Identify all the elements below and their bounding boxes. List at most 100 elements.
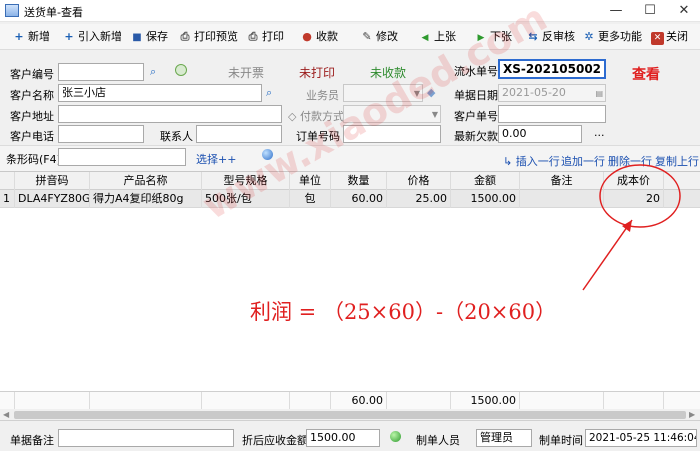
column-header[interactable]: 金额 bbox=[451, 172, 520, 190]
print-preview-button[interactable]: ⎙ 打印预览 bbox=[178, 28, 238, 46]
globe-icon bbox=[262, 149, 273, 160]
plus-icon: + bbox=[14, 30, 24, 43]
select-link[interactable]: 选择++ bbox=[196, 151, 236, 167]
amount-cell[interactable]: 1500.00 bbox=[451, 190, 520, 208]
remark-label: 单据备注 bbox=[10, 434, 54, 447]
customer-code-label: 客户编号 bbox=[10, 68, 54, 81]
time-input[interactable]: 2021-05-25 11:46:04 bbox=[585, 429, 697, 447]
append-row-link[interactable]: 追加一行 bbox=[561, 153, 605, 169]
next-button[interactable]: ▶ 下张 bbox=[474, 28, 512, 46]
serial-label: 流水单号 bbox=[454, 65, 498, 78]
customer-addr-input[interactable] bbox=[58, 105, 282, 123]
unaudit-button[interactable]: ⇆ 反审核 bbox=[526, 28, 575, 46]
column-header[interactable]: 型号规格 bbox=[202, 172, 290, 190]
remark-cell[interactable] bbox=[520, 190, 604, 208]
chevron-down-icon: ▼ bbox=[413, 89, 420, 98]
customer-phone-input[interactable] bbox=[58, 125, 144, 143]
search-icon[interactable]: ⌕ bbox=[150, 65, 156, 79]
print-preview-icon: ⎙ bbox=[180, 30, 190, 43]
insert-row-link[interactable]: ↳ 插入一行 bbox=[503, 153, 560, 169]
view-mode-mark: 查看 bbox=[632, 67, 660, 83]
scroll-thumb[interactable] bbox=[14, 411, 686, 419]
invoice-status: 未开票 bbox=[228, 66, 265, 80]
product-name-cell[interactable]: 得力A4复印纸80g bbox=[90, 190, 202, 208]
customer-phone-label: 客户电话 bbox=[10, 130, 54, 143]
column-header[interactable]: 成本价 bbox=[604, 172, 664, 190]
product-table[interactable]: 拼音码 产品名称 型号规格 单位 数量 价格 金额 备注 成本价 1 DLA4F… bbox=[0, 171, 700, 410]
new-button[interactable]: + 新增 bbox=[12, 28, 50, 46]
discount-amount-input[interactable]: 1500.00 bbox=[306, 429, 380, 447]
profit-formula: 利润 = （25×60）-（20×60） bbox=[250, 300, 557, 324]
latest-owed-more-button[interactable]: ... bbox=[594, 126, 605, 139]
eraser-icon[interactable]: ◆ bbox=[427, 86, 435, 99]
chevron-down-icon: ▼ bbox=[431, 110, 438, 119]
column-header[interactable]: 价格 bbox=[387, 172, 451, 190]
save-button[interactable]: ■ 保存 bbox=[130, 28, 168, 46]
order-no-input[interactable] bbox=[343, 125, 441, 143]
table-row[interactable]: 1 DLA4FYZ80G 得力A4复印纸80g 500张/包 包 60.00 2… bbox=[0, 190, 700, 208]
contact-label: 联系人 bbox=[160, 130, 193, 143]
maximize-button[interactable]: ☐ bbox=[634, 0, 666, 22]
payment-icon: ● bbox=[302, 30, 312, 43]
spec-cell[interactable]: 500张/包 bbox=[202, 190, 290, 208]
toolbar: + 新增 + 引入新增 ■ 保存 ⎙ 打印预览 ⎙ 打印 ● 收款 ✎ 修改 ◀ 上张 ▶ 下张 … bbox=[0, 24, 700, 50]
payment-button[interactable]: ● 收款 bbox=[300, 28, 338, 46]
remark-input[interactable] bbox=[58, 429, 234, 447]
horizontal-scrollbar[interactable]: ◀ ▶ bbox=[0, 409, 700, 421]
salesman-label: 业务员 bbox=[306, 89, 339, 102]
column-header[interactable]: 拼音码 bbox=[15, 172, 90, 190]
next-icon: ▶ bbox=[477, 33, 485, 43]
edit-button[interactable]: ✎ 修改 bbox=[360, 28, 398, 46]
column-header[interactable]: 备注 bbox=[520, 172, 604, 190]
serial-input[interactable]: XS-202105002 bbox=[498, 59, 606, 79]
totals-row: 60.00 1500.00 bbox=[0, 391, 700, 410]
date-picker[interactable]: 2021-05-20 ▤ bbox=[498, 84, 606, 102]
customer-code-input[interactable] bbox=[58, 63, 144, 81]
payment-method-label: ◇ 付款方式 bbox=[288, 110, 344, 123]
column-header[interactable]: 产品名称 bbox=[90, 172, 202, 190]
total-amount: 1500.00 bbox=[451, 392, 520, 410]
column-header[interactable]: 单位 bbox=[290, 172, 331, 190]
latest-owed-label: 最新欠款 bbox=[454, 130, 498, 143]
print-button[interactable]: ⎙ 打印 bbox=[246, 28, 284, 46]
latest-owed-input[interactable]: 0.00 bbox=[498, 125, 582, 143]
column-header[interactable]: 数量 bbox=[331, 172, 387, 190]
quantity-cell[interactable]: 60.00 bbox=[331, 190, 387, 208]
more-functions-button[interactable]: ✲ 更多功能 bbox=[582, 28, 642, 46]
customer-addr-label: 客户地址 bbox=[10, 110, 54, 123]
payment-method-select[interactable]: ▼ bbox=[343, 105, 441, 123]
edit-icon: ✎ bbox=[362, 30, 372, 43]
delete-row-link[interactable]: 删除一行 bbox=[608, 153, 652, 169]
contact-input[interactable] bbox=[196, 125, 282, 143]
scroll-right-icon[interactable]: ▶ bbox=[689, 409, 695, 421]
search-icon[interactable]: ⌕ bbox=[266, 86, 272, 100]
salesman-select[interactable]: ▼ bbox=[343, 84, 423, 102]
previous-button[interactable]: ◀ 上张 bbox=[418, 28, 456, 46]
close-button[interactable]: ✕ 关闭 bbox=[651, 28, 688, 46]
collect-status: 未收款 bbox=[370, 66, 407, 80]
import-new-button[interactable]: + 引入新增 bbox=[62, 28, 122, 46]
pinyin-code-cell[interactable]: DLA4FYZ80G bbox=[15, 190, 90, 208]
order-no-label: 订单号码 bbox=[296, 130, 340, 143]
status-light-icon bbox=[175, 64, 187, 76]
close-icon: ✕ bbox=[651, 32, 664, 45]
customer-name-input[interactable]: 张三小店 bbox=[58, 84, 262, 102]
customer-no-label: 客户单号 bbox=[454, 110, 498, 123]
window-close-button[interactable]: ✕ bbox=[668, 0, 700, 22]
time-label: 制单时间 bbox=[539, 434, 583, 447]
unaudit-icon: ⇆ bbox=[528, 30, 538, 43]
barcode-label: 条形码(F4) bbox=[6, 153, 61, 166]
minimize-button[interactable]: — bbox=[600, 0, 632, 22]
barcode-input[interactable] bbox=[58, 148, 186, 166]
scroll-left-icon[interactable]: ◀ bbox=[3, 409, 9, 421]
maker-input[interactable]: 管理员 bbox=[476, 429, 532, 447]
price-cell[interactable]: 25.00 bbox=[387, 190, 451, 208]
title-bar: 送货单-查看 — ☐ ✕ bbox=[0, 0, 700, 22]
table-header: 拼音码 产品名称 型号规格 单位 数量 价格 金额 备注 成本价 bbox=[0, 172, 700, 190]
plus-icon: + bbox=[64, 30, 74, 43]
cost-price-cell[interactable]: 20 bbox=[604, 190, 664, 208]
copy-row-link[interactable]: 复制上行 bbox=[655, 153, 699, 169]
unit-cell[interactable]: 包 bbox=[290, 190, 331, 208]
maker-label: 制单人员 bbox=[416, 434, 460, 447]
customer-no-input[interactable] bbox=[498, 105, 606, 123]
